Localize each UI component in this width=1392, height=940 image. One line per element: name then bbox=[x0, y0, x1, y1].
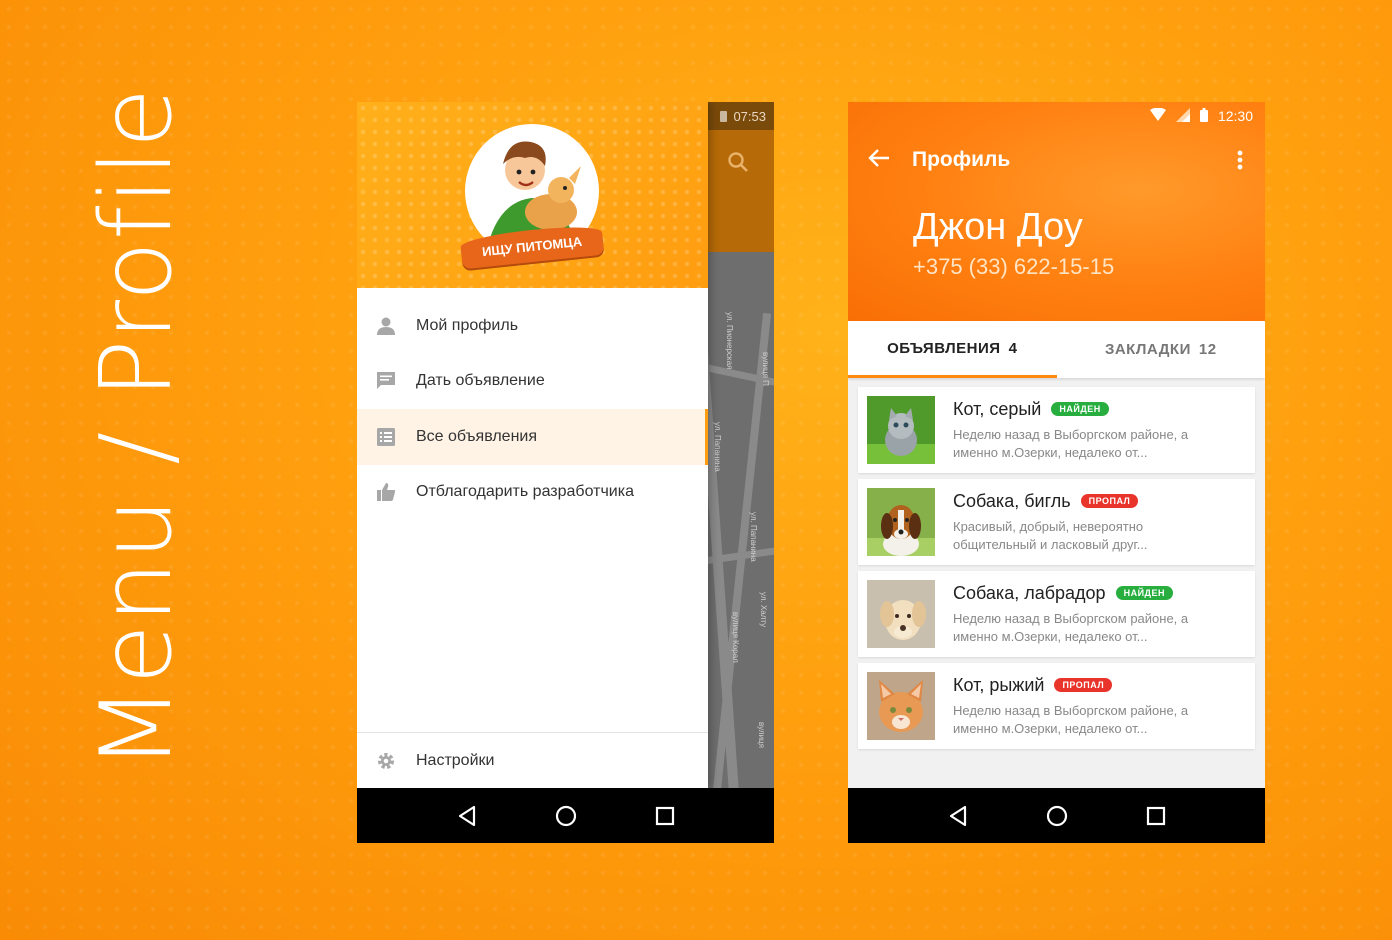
drawer-menu: Мой профиль Дать объявление Все объявлен… bbox=[357, 288, 708, 520]
map-label: ул. Папанина bbox=[713, 422, 722, 472]
map-label: ул. Халту bbox=[759, 592, 768, 628]
status-badge: ПРОПАЛ bbox=[1054, 678, 1113, 692]
signal-icon bbox=[1175, 107, 1190, 125]
profile-header: 12:30 Профиль Джон Доу +375 (33) 622-15-… bbox=[848, 102, 1265, 321]
map[interactable]: ул. Пионерская вулиця П ул. Папанина ул.… bbox=[708, 252, 774, 788]
pet-photo bbox=[867, 396, 935, 464]
thumb-up-icon bbox=[375, 481, 397, 503]
side-title: Menu / Profile bbox=[80, 86, 194, 770]
battery-icon bbox=[1199, 107, 1208, 125]
recents-nav-icon[interactable] bbox=[1142, 802, 1170, 830]
tab-count: 12 bbox=[1198, 341, 1217, 358]
card-title: Кот, рыжий bbox=[953, 674, 1045, 695]
map-label: вулиця Корал bbox=[731, 612, 740, 663]
back-arrow-icon[interactable] bbox=[868, 148, 890, 173]
status-bar: 07:53 bbox=[708, 102, 774, 130]
wifi-icon bbox=[1149, 107, 1166, 124]
card-title: Собака, лабрадор bbox=[953, 582, 1106, 603]
ads-list: Кот, серый НАЙДЕН Неделю назад в Выборгс… bbox=[848, 378, 1265, 764]
home-nav-icon[interactable] bbox=[552, 802, 580, 830]
settings-label: Настройки bbox=[416, 751, 495, 769]
menu-item-label: Мой профиль bbox=[416, 316, 519, 334]
profile-name: Джон Доу bbox=[913, 206, 1083, 248]
system-nav-bar bbox=[848, 788, 1265, 843]
background-app: 07:53 ул. Пионерская вулиця П ул. Папани… bbox=[708, 102, 774, 788]
list-item[interactable]: Собака, лабрадор НАЙДЕН Неделю назад в В… bbox=[858, 571, 1255, 657]
menu-item-thank-developer[interactable]: Отблагодарить разработчика bbox=[357, 465, 708, 521]
status-badge: НАЙДЕН bbox=[1115, 586, 1173, 600]
gear-icon bbox=[375, 750, 397, 772]
status-bar: 12:30 bbox=[848, 102, 1265, 130]
menu-item-all-ads[interactable]: Все объявления bbox=[357, 409, 708, 465]
home-nav-icon[interactable] bbox=[1043, 802, 1071, 830]
more-vert-icon[interactable] bbox=[1237, 150, 1243, 175]
back-nav-icon[interactable] bbox=[944, 802, 972, 830]
menu-phone: 07:53 ул. Пионерская вулиця П ул. Папани… bbox=[357, 102, 774, 843]
search-icon[interactable] bbox=[726, 150, 750, 179]
profile-tabs: ОБЪЯВЛЕНИЯ 4 ЗАКЛАДКИ 12 bbox=[848, 321, 1265, 378]
map-label: ул. Папанина bbox=[749, 512, 758, 562]
drawer-header: ИЩУ ПИТОМЦА bbox=[357, 102, 708, 288]
app-bar bbox=[708, 130, 774, 252]
map-label: вулиця П bbox=[761, 352, 770, 386]
page-title: Профиль bbox=[912, 148, 1011, 171]
message-icon bbox=[375, 370, 397, 392]
menu-item-post-ad[interactable]: Дать объявление bbox=[357, 354, 708, 410]
status-badge: ПРОПАЛ bbox=[1080, 494, 1139, 508]
list-item[interactable]: Собака, бигль ПРОПАЛ Красивый, добрый, н… bbox=[858, 479, 1255, 565]
recents-nav-icon[interactable] bbox=[651, 802, 679, 830]
status-time: 07:53 bbox=[733, 108, 766, 124]
tab-ads[interactable]: ОБЪЯВЛЕНИЯ 4 bbox=[848, 321, 1057, 378]
pet-photo bbox=[867, 580, 935, 648]
card-title: Собака, бигль bbox=[953, 490, 1071, 511]
menu-item-my-profile[interactable]: Мой профиль bbox=[357, 298, 708, 354]
card-description: Неделю назад в Выборгском районе, а имен… bbox=[953, 610, 1189, 644]
pet-photo bbox=[867, 672, 935, 740]
app-bar: Профиль bbox=[848, 130, 1265, 190]
card-description: Красивый, добрый, невероятно общительный… bbox=[953, 518, 1148, 552]
back-nav-icon[interactable] bbox=[453, 802, 481, 830]
map-label: ул. Пионерская bbox=[725, 312, 734, 370]
pet-photo bbox=[867, 488, 935, 556]
list-item[interactable]: Кот, рыжий ПРОПАЛ Неделю назад в Выборгс… bbox=[858, 663, 1255, 749]
map-label: вулиця bbox=[757, 722, 766, 748]
person-icon bbox=[375, 315, 397, 337]
profile-phone: 12:30 Профиль Джон Доу +375 (33) 622-15-… bbox=[848, 102, 1265, 843]
menu-item-label: Дать объявление bbox=[416, 372, 545, 390]
menu-item-label: Отблагодарить разработчика bbox=[416, 483, 634, 501]
card-description: Неделю назад в Выборгском районе, а имен… bbox=[953, 426, 1189, 460]
tab-label: ОБЪЯВЛЕНИЯ bbox=[887, 339, 1001, 357]
status-time: 12:30 bbox=[1217, 108, 1253, 124]
system-nav-bar bbox=[357, 788, 774, 843]
menu-item-label: Все объявления bbox=[416, 427, 538, 445]
list-icon bbox=[375, 426, 397, 448]
battery-icon bbox=[720, 110, 728, 122]
list-item[interactable]: Кот, серый НАЙДЕН Неделю назад в Выборгс… bbox=[858, 387, 1255, 473]
card-description: Неделю назад в Выборгском районе, а имен… bbox=[953, 702, 1189, 736]
card-title: Кот, серый bbox=[953, 398, 1042, 419]
profile-phone-number: +375 (33) 622-15-15 bbox=[913, 254, 1115, 279]
tab-bookmarks[interactable]: ЗАКЛАДКИ 12 bbox=[1057, 321, 1266, 378]
menu-item-settings[interactable]: Настройки bbox=[357, 732, 708, 788]
navigation-drawer: ИЩУ ПИТОМЦА Мой профиль Дать объявление … bbox=[357, 102, 708, 788]
status-badge: НАЙДЕН bbox=[1051, 402, 1109, 416]
tab-label: ЗАКЛАДКИ bbox=[1104, 341, 1191, 358]
tab-count: 4 bbox=[1008, 339, 1018, 357]
